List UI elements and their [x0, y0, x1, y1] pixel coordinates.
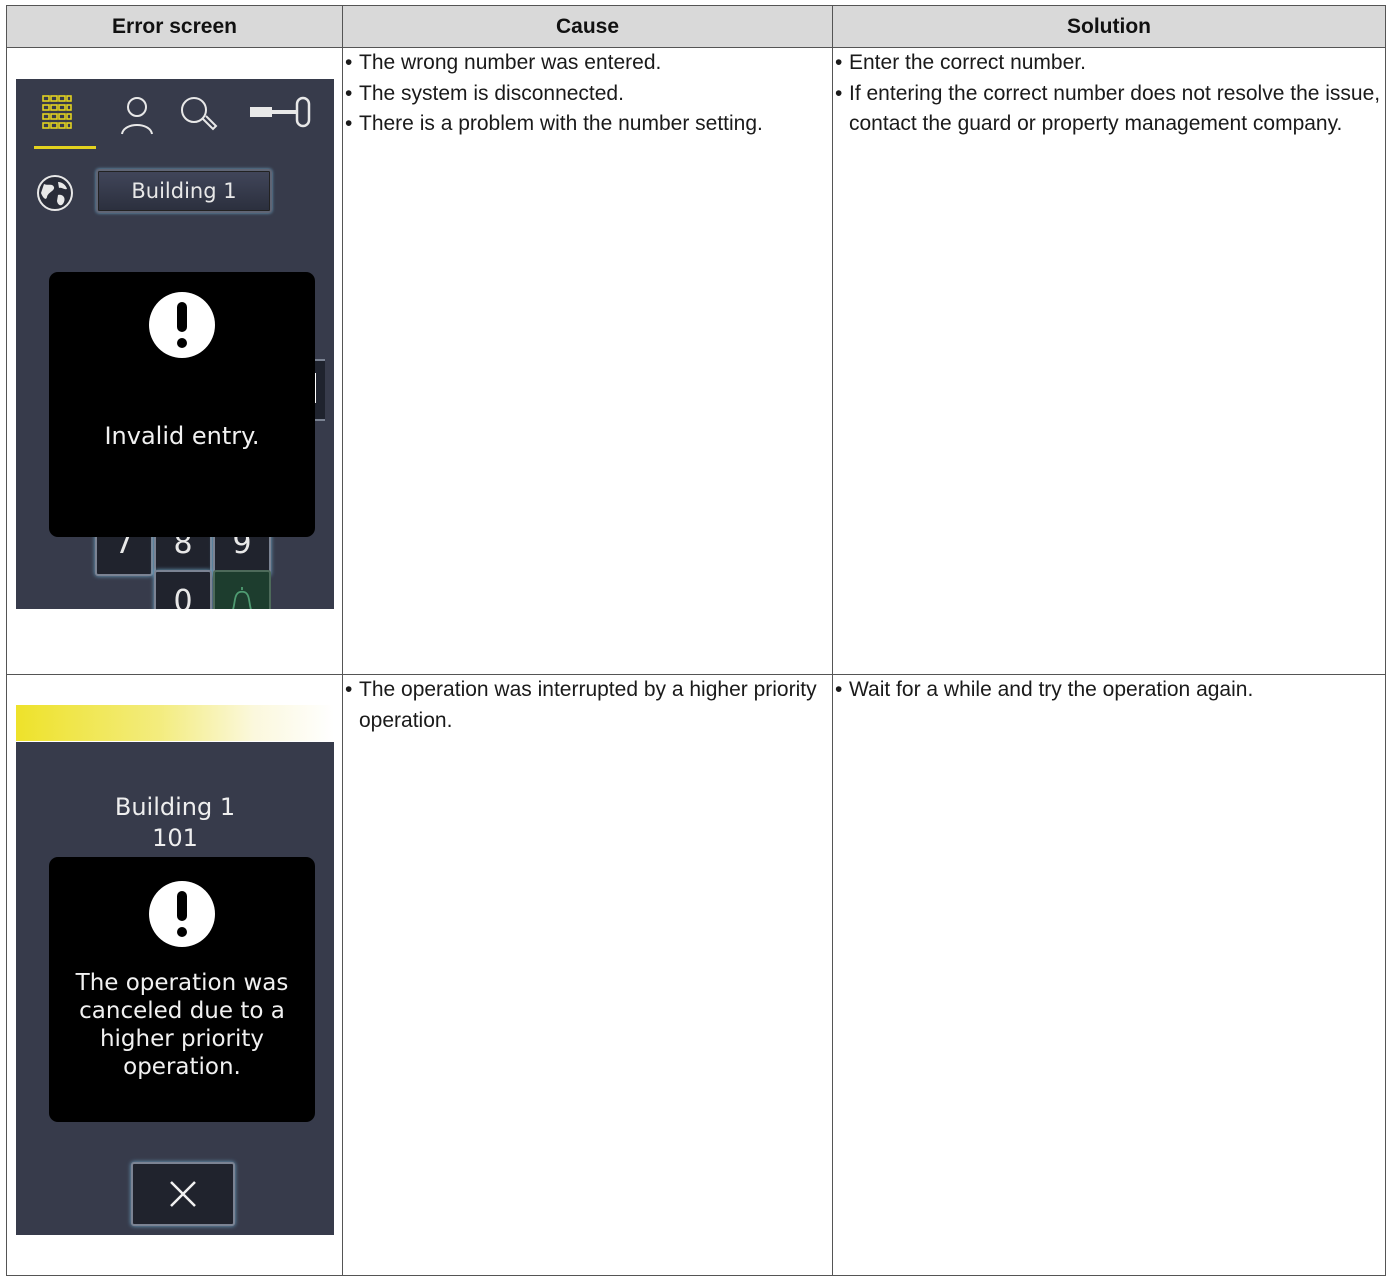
cause-cell: The operation was interrupted by a highe… [342, 674, 833, 1276]
list-item: The system is disconnected. [343, 79, 832, 110]
call-destination: Building 1 101 [16, 792, 334, 854]
table-row: Building 1 101 The operation was cancele… [6, 674, 1386, 1276]
solution-cell: Enter the correct number. If entering th… [832, 47, 1386, 675]
table-row: Building 1 7 8 9 0 Invalid entry. • The … [6, 47, 1386, 675]
list-item: Enter the correct number. [833, 48, 1385, 79]
building-label: Building 1 [114, 793, 236, 821]
list-item: Wait for a while and try the operation a… [833, 675, 1385, 706]
keypad-icon [42, 95, 72, 139]
list-item: The wrong number was entered. [343, 48, 832, 79]
list-item: If entering the correct number does not … [833, 79, 1385, 140]
tab-active-underline [34, 146, 96, 149]
list-item: The operation was interrupted by a highe… [343, 675, 832, 736]
error-screen-cell: Building 1 7 8 9 0 Invalid entry. [6, 47, 343, 675]
solution-list: Enter the correct number. If entering th… [833, 48, 1385, 140]
table-header-row: Error screen Cause Solution [6, 5, 1386, 48]
call-button[interactable] [213, 570, 271, 609]
unit-label: 101 [152, 824, 198, 852]
solution-list: Wait for a while and try the operation a… [833, 675, 1385, 706]
list-item: There is a problem with the number setti… [343, 109, 832, 140]
error-screen-operation-canceled: Building 1 101 The operation was cancele… [16, 742, 334, 1235]
header-cause: Cause [342, 5, 833, 48]
building-select-button[interactable]: Building 1 [96, 169, 272, 213]
error-message: The operation was canceled due to a high… [75, 970, 289, 1080]
close-icon [170, 1181, 196, 1207]
status-banner [16, 705, 334, 741]
error-screen-cell: Building 1 101 The operation was cancele… [6, 674, 343, 1276]
error-popup: The operation was canceled due to a high… [49, 857, 315, 1122]
error-screen-invalid-entry: Building 1 7 8 9 0 Invalid entry. [16, 79, 334, 609]
tab-bar [16, 79, 334, 154]
solution-cell: Wait for a while and try the operation a… [832, 674, 1386, 1276]
globe-icon[interactable] [36, 174, 74, 212]
exclamation-icon [149, 881, 215, 947]
error-message: Invalid entry. [104, 422, 260, 450]
close-button[interactable] [131, 1162, 235, 1226]
header-error-screen: Error screen [6, 5, 343, 48]
person-icon[interactable] [119, 95, 155, 139]
header-solution: Solution [832, 5, 1386, 48]
cause-list: The operation was interrupted by a highe… [343, 675, 832, 736]
troubleshooting-table: Error screen Cause Solution Building 1 7… [6, 5, 1386, 1276]
key-icon[interactable] [248, 95, 314, 139]
cause-list: The wrong number was entered. The system… [343, 48, 832, 140]
search-icon[interactable] [179, 95, 221, 139]
cause-cell: The wrong number was entered. The system… [342, 47, 833, 675]
error-popup: Invalid entry. [49, 272, 315, 537]
exclamation-icon [149, 292, 215, 358]
key-0[interactable]: 0 [154, 570, 212, 609]
bell-icon [232, 587, 252, 609]
